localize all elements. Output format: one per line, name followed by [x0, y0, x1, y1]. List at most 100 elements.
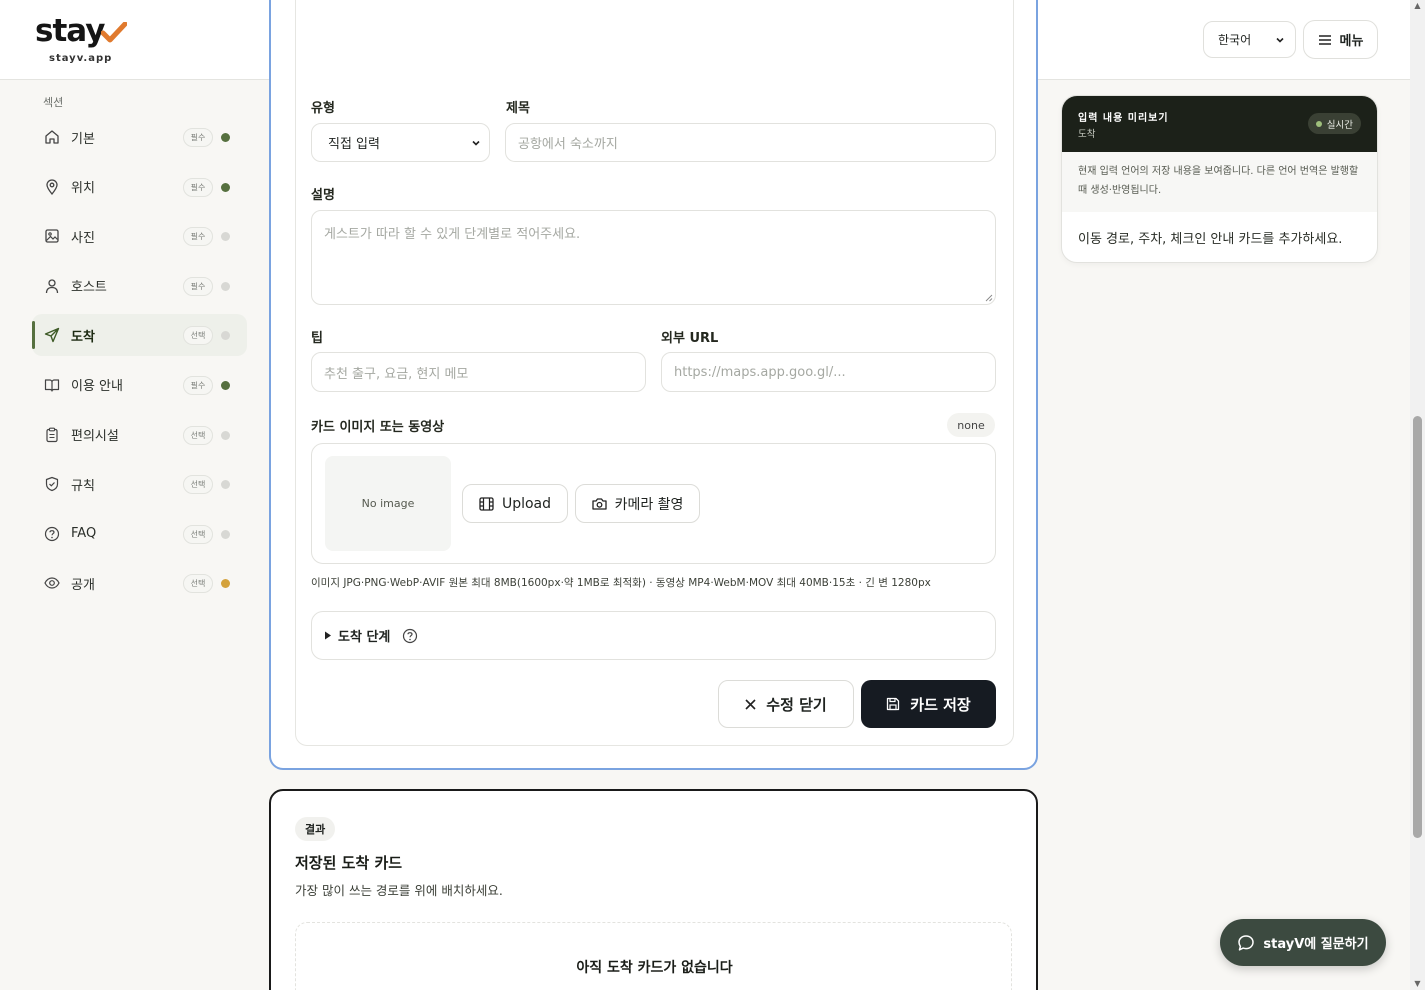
logo[interactable]: stay stayv.app [35, 13, 127, 64]
chevron-down-icon [1276, 37, 1284, 43]
shield-check-icon [45, 477, 59, 492]
input-preview-panel: 입력 내용 미리보기 도착 실시간 현재 입력 언어의 저장 내용을 보여줍니다… [1061, 95, 1378, 263]
scroll-up-icon[interactable]: ▲ [1413, 2, 1422, 10]
sidebar-item-label: 사진 [71, 230, 95, 246]
description-label: 설명 [311, 188, 335, 203]
live-dot [1315, 120, 1322, 127]
required-badge: 필수 [183, 177, 213, 197]
logo-subtitle: stayv.app [49, 53, 113, 64]
camera-label: 카메라 촬영 [614, 496, 684, 513]
preview-header: 입력 내용 미리보기 도착 실시간 [1062, 96, 1377, 152]
camera-button[interactable]: 카메라 촬영 [575, 484, 700, 523]
logo-word: stay [35, 13, 105, 49]
sidebar-item-guide[interactable]: 이용 안내 필수 [32, 364, 247, 406]
tip-label: 팁 [311, 331, 323, 346]
empty-state: 아직 도착 카드가 없습니다 [295, 922, 1012, 990]
help-circle-icon [44, 526, 60, 541]
sidebar-item-photos[interactable]: 사진 필수 [32, 215, 247, 257]
language-value: 한국어 [1218, 33, 1252, 47]
description-placeholder: 게스트가 따라 할 수 있게 단계별로 적어주세요. [324, 227, 581, 242]
no-image-text: No image [361, 497, 415, 510]
status-dot [221, 281, 230, 291]
upload-button[interactable]: Upload [462, 484, 568, 523]
home-icon [45, 130, 59, 144]
save-card-button[interactable]: 카드 저장 [861, 680, 996, 728]
status-dot [221, 480, 230, 490]
sidebar-item-label: 위치 [71, 181, 95, 197]
upload-label: Upload [501, 495, 552, 512]
sidebar-item-host[interactable]: 호스트 필수 [32, 265, 247, 307]
user-icon [45, 279, 59, 293]
arrival-steps-toggle[interactable]: 도착 단계 [311, 611, 996, 660]
sidebar-item-label: 도착 [71, 329, 95, 345]
ask-stayv-label: stayV에 질문하기 [1263, 937, 1369, 952]
film-icon [479, 496, 494, 511]
media-label: 카드 이미지 또는 동영상 [311, 420, 445, 435]
status-dot [221, 133, 230, 142]
sidebar-item-label: 호스트 [71, 280, 107, 296]
close-edit-label: 수정 닫기 [766, 695, 827, 714]
status-dot [221, 430, 230, 440]
status-dot [221, 331, 230, 341]
close-icon [745, 698, 756, 710]
close-edit-button[interactable]: 수정 닫기 [718, 680, 854, 728]
sidebar-item-label: 기본 [71, 131, 95, 147]
sidebar-item-arrival[interactable]: 도착 선택 [32, 314, 247, 357]
sidebar-item-label: FAQ [71, 526, 97, 542]
tip-input[interactable]: 추천 출구, 요금, 현지 메모 [311, 352, 646, 392]
results-title: 저장된 도착 카드 [295, 854, 403, 872]
scrollbar-thumb[interactable] [1413, 416, 1422, 838]
menu-button[interactable]: 메뉴 [1303, 20, 1378, 59]
logo-check-icon [101, 22, 127, 43]
language-select[interactable]: 한국어 [1203, 21, 1296, 58]
arrival-steps-label: 도착 단계 [338, 630, 391, 645]
title-label: 제목 [506, 101, 530, 116]
optional-badge: 선택 [183, 475, 213, 495]
sidebar-item-publish[interactable]: 공개 선택 [32, 562, 247, 604]
resize-grip-icon[interactable] [985, 294, 993, 302]
optional-badge: 선택 [183, 574, 213, 594]
sidebar-item-faq[interactable]: FAQ 선택 [32, 513, 247, 555]
send-icon [44, 328, 60, 343]
status-dot [221, 380, 230, 390]
image-icon [45, 229, 59, 243]
optional-badge: 선택 [183, 425, 213, 445]
media-thumbnail: No image [325, 456, 451, 551]
live-badge: 실시간 [1307, 113, 1361, 134]
save-icon [887, 697, 900, 711]
sidebar-item-basic[interactable]: 기본 필수 [32, 116, 247, 158]
external-url-placeholder: https://maps.app.goo.gl/... [674, 364, 846, 380]
status-dot [221, 182, 230, 192]
preview-title: 입력 내용 미리보기 [1078, 113, 1169, 124]
required-badge: 필수 [183, 375, 213, 395]
chat-bubble-icon [1238, 934, 1255, 951]
external-url-input[interactable]: https://maps.app.goo.gl/... [661, 352, 996, 392]
clipboard-icon [46, 427, 58, 442]
sidebar-item-amenities[interactable]: 편의시설 선택 [32, 414, 247, 456]
eye-icon [44, 577, 60, 589]
triangle-right-icon [325, 631, 331, 640]
ask-stayv-button[interactable]: stayV에 질문하기 [1220, 919, 1386, 966]
book-icon [44, 379, 60, 392]
media-upload-box: No image Upload 카메라 촬영 [311, 443, 996, 564]
status-dot [221, 579, 230, 589]
results-tag: 결과 [295, 817, 336, 841]
camera-icon [591, 498, 607, 510]
type-select[interactable]: 직접 입력 [311, 123, 490, 162]
sidebar-item-rules[interactable]: 규칙 선택 [32, 463, 247, 505]
live-label: 실시간 [1326, 119, 1353, 131]
sidebar-item-label: 이용 안내 [71, 379, 123, 395]
media-status-badge: none [947, 413, 995, 437]
required-badge: 필수 [183, 128, 213, 147]
sidebar-item-label: 편의시설 [71, 429, 119, 445]
help-circle-icon[interactable] [402, 628, 418, 644]
media-hint: 이미지 JPG·PNG·WebP·AVIF 원본 최대 8MB(1600px·약… [311, 577, 931, 589]
scroll-down-icon[interactable]: ▼ [1413, 980, 1422, 988]
results-subtitle: 가장 많이 쓰는 경로를 위에 배치하세요. [295, 883, 503, 898]
description-textarea[interactable]: 게스트가 따라 할 수 있게 단계별로 적어주세요. [311, 210, 996, 305]
hamburger-icon [1318, 34, 1331, 45]
title-input[interactable]: 공항에서 숙소까지 [505, 123, 996, 162]
sidebar-item-location[interactable]: 위치 필수 [32, 166, 247, 208]
required-badge: 필수 [183, 227, 213, 247]
type-label: 유형 [311, 101, 335, 116]
